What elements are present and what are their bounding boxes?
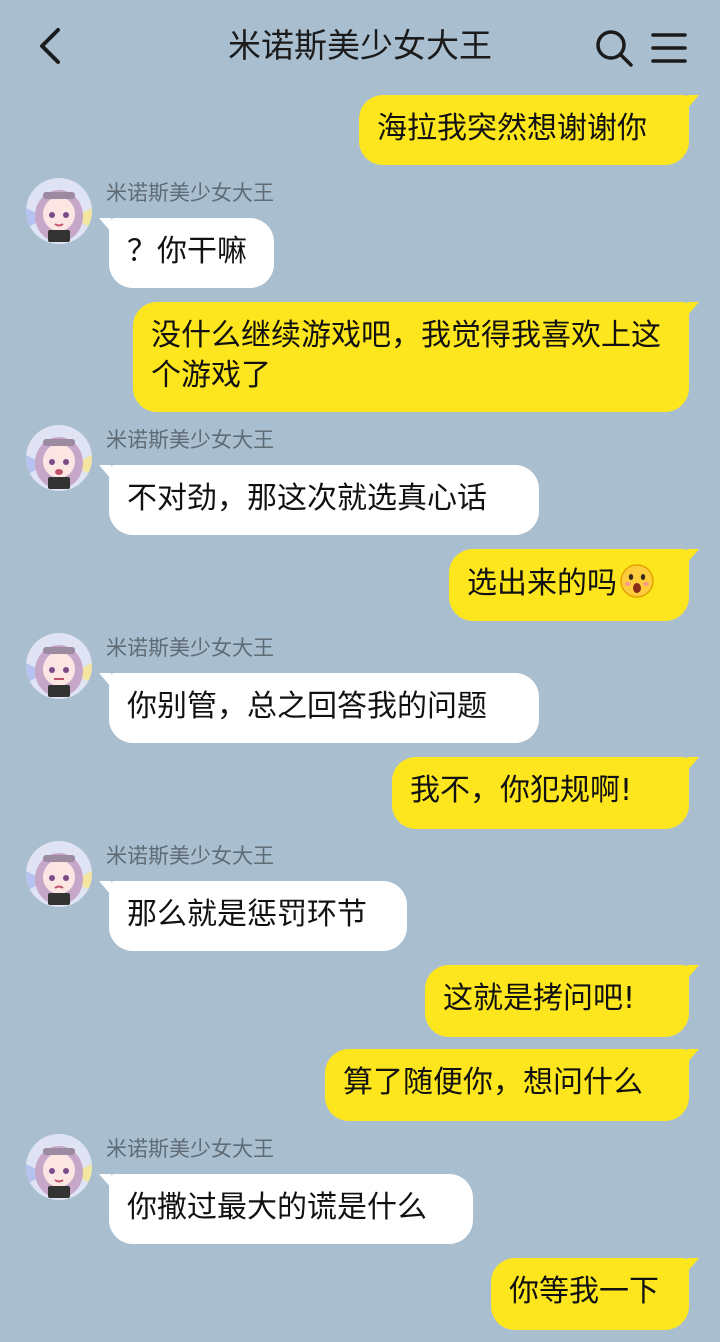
anime-girl-avatar-icon	[26, 178, 92, 244]
my-message-bubble[interactable]: 这就是拷问吧!	[425, 965, 699, 1037]
my-message-bubble[interactable]: 没什么继续游戏吧，我觉得我喜欢上这个游戏了	[133, 302, 699, 412]
my-message-bubble[interactable]: 算了随便你，想问什么	[325, 1049, 699, 1121]
avatar[interactable]	[26, 425, 92, 491]
sender-name: 米诺斯美少女大王	[106, 181, 274, 205]
my-message-bubble[interactable]: 你等我一下	[491, 1258, 699, 1330]
my-message-bubble[interactable]: 我不，你犯规啊!	[392, 757, 699, 829]
sender-name: 米诺斯美少女大王	[106, 844, 274, 868]
avatar[interactable]	[26, 841, 92, 907]
anime-girl-avatar-icon	[26, 1134, 92, 1200]
sender-name: 米诺斯美少女大王	[106, 636, 274, 660]
anime-girl-avatar-icon	[26, 841, 92, 907]
anime-girl-avatar-icon	[26, 633, 92, 699]
sender-name: 米诺斯美少女大王	[106, 428, 274, 452]
avatar[interactable]	[26, 1134, 92, 1200]
message-list[interactable]: 海拉我突然想谢谢你 米诺斯美少女大王 ？你干嘛 没什么继续游戏吧，我觉得我喜欢上…	[0, 0, 720, 1342]
astonished-face-icon	[619, 563, 655, 610]
avatar[interactable]	[26, 178, 92, 244]
message-text: 选出来的吗	[467, 566, 617, 601]
their-message-bubble[interactable]: ？你干嘛	[99, 218, 274, 288]
sender-name: 米诺斯美少女大王	[106, 1137, 274, 1161]
their-message-bubble[interactable]: 你别管，总之回答我的问题	[99, 673, 539, 743]
anime-girl-avatar-icon	[26, 425, 92, 491]
my-message-bubble[interactable]: 海拉我突然想谢谢你	[359, 95, 699, 165]
their-message-bubble[interactable]: 那么就是惩罚环节	[99, 881, 407, 951]
avatar[interactable]	[26, 633, 92, 699]
my-message-bubble[interactable]: 选出来的吗	[449, 549, 699, 621]
their-message-bubble[interactable]: 你撒过最大的谎是什么	[99, 1174, 473, 1244]
their-message-bubble[interactable]: 不对劲，那这次就选真心话	[99, 465, 539, 535]
